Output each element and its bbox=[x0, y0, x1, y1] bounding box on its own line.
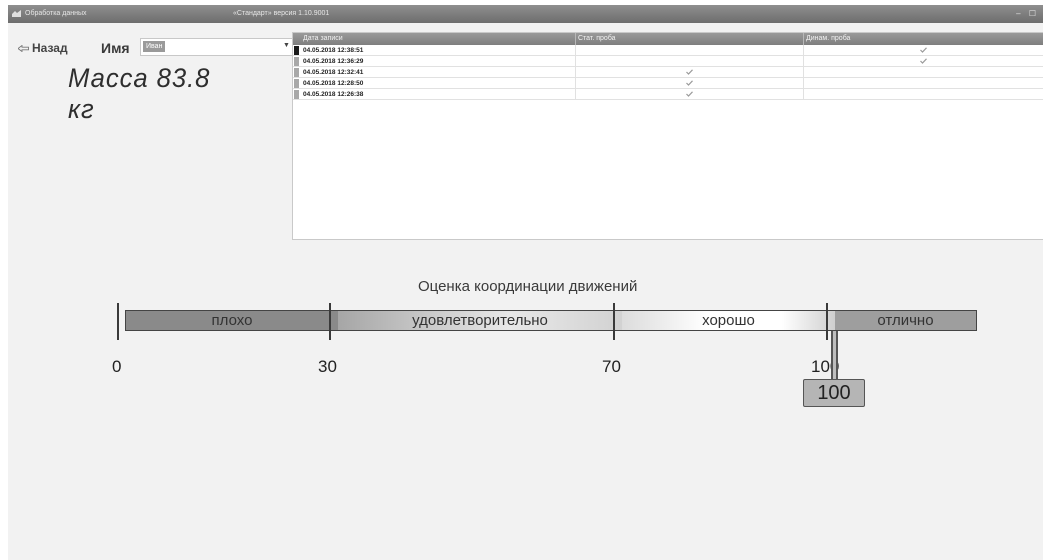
column-header-dynamic-test[interactable]: Динам. проба bbox=[804, 33, 1043, 45]
scale-title: Оценка координации движений bbox=[418, 278, 638, 295]
back-button[interactable]: Назад bbox=[18, 39, 68, 57]
scale-segment-satisfactory: удовлетворительно bbox=[338, 311, 622, 330]
cell-dynamic-test bbox=[804, 89, 1043, 100]
window-controls[interactable]: – ☐ bbox=[1016, 5, 1039, 23]
score-value-badge: 100 bbox=[803, 379, 865, 407]
table-row[interactable]: 04.05.2018 12:38:51 bbox=[293, 45, 1043, 56]
cell-dynamic-test bbox=[804, 78, 1043, 89]
scale-tick-label: 30 bbox=[318, 357, 337, 376]
check-icon bbox=[920, 58, 927, 64]
cell-static-test bbox=[576, 67, 804, 78]
chevron-down-icon[interactable]: ▼ bbox=[283, 42, 290, 50]
column-header-static-test[interactable]: Стат. проба bbox=[576, 33, 804, 45]
table-row[interactable]: 04.05.2018 12:28:50 bbox=[293, 78, 1043, 89]
cell-date: 04.05.2018 12:26:38 bbox=[301, 89, 576, 100]
scale-segment-bad: плохо bbox=[126, 311, 338, 330]
column-header-date[interactable]: Дата записи bbox=[301, 33, 576, 45]
cell-dynamic-test bbox=[804, 45, 1043, 56]
cell-date: 04.05.2018 12:36:29 bbox=[301, 56, 576, 67]
scale-boundary bbox=[613, 303, 615, 340]
cell-date: 04.05.2018 12:28:50 bbox=[301, 78, 576, 89]
row-marker bbox=[294, 46, 299, 55]
scale-segment-good: хорошо bbox=[622, 311, 835, 330]
name-select[interactable]: Иван ▼ bbox=[140, 38, 294, 56]
records-table-header: Дата записи Стат. проба Динам. проба bbox=[293, 33, 1043, 45]
back-button-label: Назад bbox=[32, 41, 68, 55]
app-window: Обработка данных «Стандарт» версия 1.10.… bbox=[8, 5, 1043, 560]
scale-tick-label: 70 bbox=[602, 357, 621, 376]
scale-pointer bbox=[831, 331, 838, 381]
cell-date: 04.05.2018 12:32:41 bbox=[301, 67, 576, 78]
table-row[interactable]: 04.05.2018 12:26:38 bbox=[293, 89, 1043, 100]
row-marker bbox=[294, 90, 299, 99]
table-row[interactable]: 04.05.2018 12:32:41 bbox=[293, 67, 1043, 78]
check-icon bbox=[920, 47, 927, 53]
name-select-value: Иван bbox=[143, 41, 166, 52]
app-icon bbox=[12, 10, 21, 17]
cell-static-test bbox=[576, 45, 804, 56]
scale-segment-excellent: отлично bbox=[835, 311, 976, 330]
scale-boundary bbox=[826, 303, 828, 340]
mass-readout: Масса 83.8 кг bbox=[68, 63, 211, 124]
back-arrow-icon bbox=[18, 45, 29, 53]
scale-boundary bbox=[329, 303, 331, 340]
window-title: Обработка данных bbox=[25, 10, 87, 17]
scale-tick-label: 0 bbox=[112, 357, 122, 376]
cell-dynamic-test bbox=[804, 67, 1043, 78]
check-icon bbox=[686, 91, 693, 97]
cell-static-test bbox=[576, 89, 804, 100]
row-marker bbox=[294, 57, 299, 66]
check-icon bbox=[686, 69, 693, 75]
table-row[interactable]: 04.05.2018 12:36:29 bbox=[293, 56, 1043, 67]
cell-static-test bbox=[576, 56, 804, 67]
records-table[interactable]: Дата записи Стат. проба Динам. проба 04.… bbox=[292, 32, 1043, 240]
row-marker bbox=[294, 79, 299, 88]
cell-date: 04.05.2018 12:38:51 bbox=[301, 45, 576, 56]
cell-static-test bbox=[576, 78, 804, 89]
row-marker bbox=[294, 68, 299, 77]
scale-boundary bbox=[117, 303, 119, 340]
cell-dynamic-test bbox=[804, 56, 1043, 67]
name-label: Имя bbox=[101, 40, 130, 56]
version-label: «Стандарт» версия 1.10.9001 bbox=[233, 10, 330, 17]
coordination-scale: плохо удовлетворительно хорошо отлично bbox=[125, 310, 977, 331]
check-icon bbox=[686, 80, 693, 86]
title-bar: Обработка данных «Стандарт» версия 1.10.… bbox=[8, 5, 1043, 23]
